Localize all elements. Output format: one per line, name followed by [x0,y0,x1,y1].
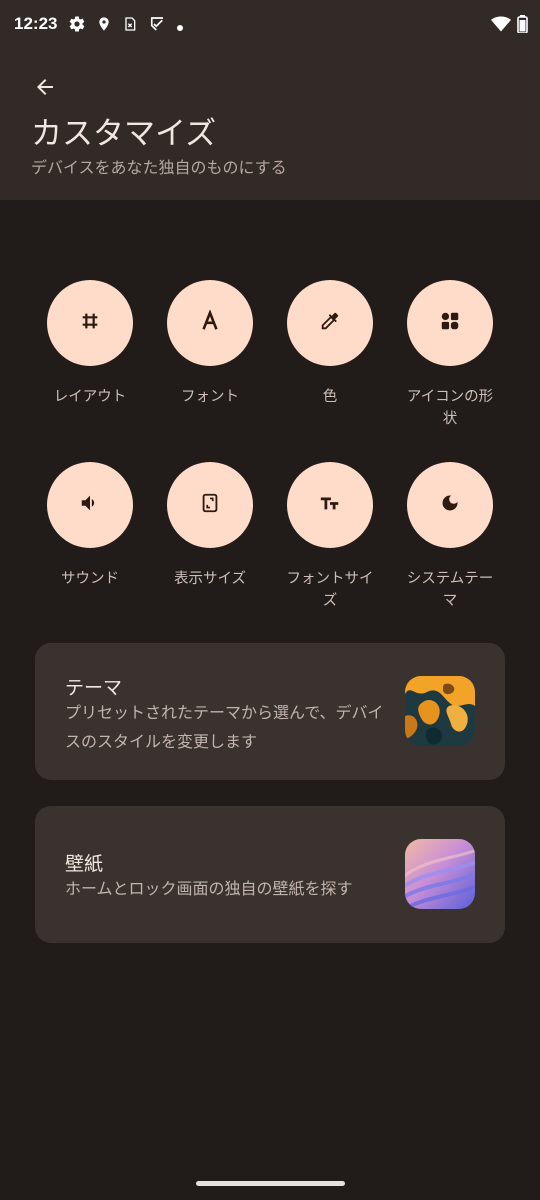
font-size-option[interactable]: フォントサイズ [270,462,390,612]
arrow-back-icon [33,75,57,103]
status-bar: 12:23 [0,0,540,50]
color-circle [287,280,373,366]
sound-circle [47,462,133,548]
gesture-nav-handle[interactable] [196,1181,345,1186]
speaker-icon [79,492,101,518]
layout-option[interactable]: レイアウト [30,280,150,430]
display-size-icon [199,492,221,518]
gear-icon [68,15,86,37]
wallpaper-card-description: ホームとロック画面の独自の壁紙を探す [65,879,353,898]
font-circle [167,280,253,366]
theme-card-title: テーマ [65,677,123,699]
moon-icon [440,493,460,517]
sim-card-icon [122,15,138,37]
icon-shape-label: アイコンの形状 [406,389,494,427]
font-size-circle [287,462,373,548]
system-theme-circle [407,462,493,548]
wallpaper-thumbnail [405,839,475,909]
grid-hash-icon [79,310,101,336]
font-size-icon [318,492,342,518]
status-icons-left [68,15,184,37]
layout-circle [47,280,133,366]
battery-icon [517,15,528,37]
status-time: 12:23 [14,14,58,33]
display-size-option[interactable]: 表示サイズ [150,462,270,612]
font-option[interactable]: フォント [150,280,270,430]
icon-shape-circle [407,280,493,366]
page-subtitle: デバイスをあなた独自のものにする [31,158,287,177]
dot-icon [176,17,184,36]
system-theme-label: システムテーマ [406,571,494,609]
color-label: 色 [322,389,338,405]
shield-check-icon [148,15,166,37]
layout-label: レイアウト [53,389,127,405]
theme-card-description: プリセットされたテーマから選んで、デバイスのスタイルを変更します [65,703,384,751]
color-option[interactable]: 色 [270,280,390,430]
back-button[interactable] [28,74,62,104]
status-icons-right [491,15,528,37]
system-theme-option[interactable]: システムテーマ [390,462,510,612]
wifi-icon [491,15,511,37]
font-size-label: フォントサイズ [286,571,374,609]
location-pin-icon [96,15,112,37]
font-a-icon [199,309,221,336]
page-title: カスタマイズ [31,116,217,152]
icon-shape-option[interactable]: アイコンの形状 [390,280,510,430]
grid-row: レイアウト フォント 色 アイコンの形状 [30,280,510,430]
font-label: フォント [181,389,239,405]
display-size-circle [167,462,253,548]
theme-card[interactable]: テーマ プリセットされたテーマから選んで、デバイスのスタイルを変更します [35,643,505,780]
eyedropper-icon [319,310,341,336]
display-size-label: 表示サイズ [173,571,247,587]
sound-label: サウンド [61,571,119,587]
wallpaper-card[interactable]: 壁紙 ホームとロック画面の独自の壁紙を探す [35,806,505,943]
theme-thumbnail [405,676,475,746]
wallpaper-card-title: 壁紙 [65,853,104,875]
grid-row: サウンド 表示サイズ フォントサイズ システムテーマ [30,462,510,612]
app-header: カスタマイズ デバイスをあなた独自のものにする [0,50,540,200]
icon-shapes-icon [439,310,461,336]
sound-option[interactable]: サウンド [30,462,150,612]
customization-grid: レイアウト フォント 色 アイコンの形状 サウンド 表示サイズ フォントサイズ … [30,280,510,612]
